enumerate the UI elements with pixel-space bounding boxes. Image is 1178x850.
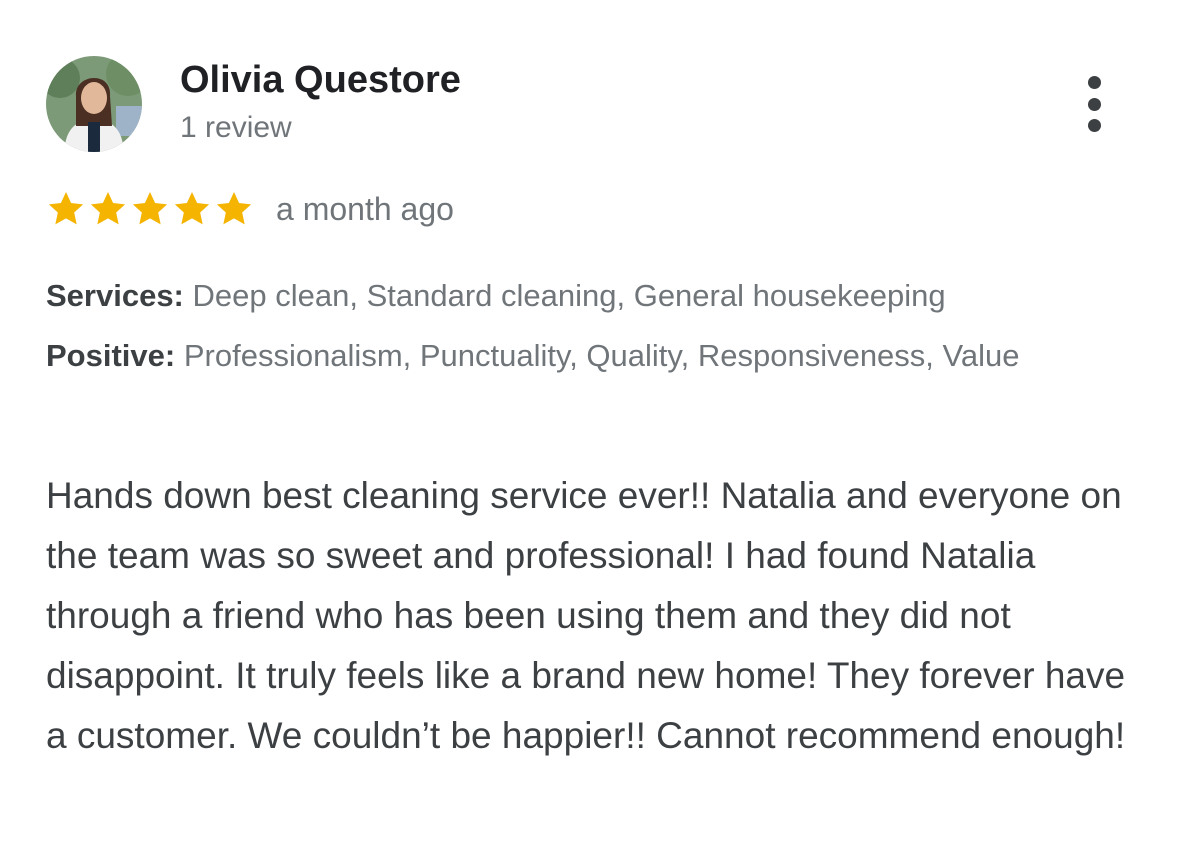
star-icon — [216, 192, 252, 225]
menu-dot — [1087, 97, 1101, 111]
avatar-image — [46, 56, 142, 152]
menu-dot — [1087, 76, 1101, 89]
review-time: a month ago — [276, 191, 454, 227]
reviewer-name[interactable]: Olivia Questore — [180, 56, 461, 104]
star-icon — [90, 192, 126, 225]
positive-line: Positive: Professionalism, Punctuality, … — [46, 332, 1136, 380]
review-count: 1 review — [180, 111, 292, 144]
star-icon — [132, 192, 168, 225]
services-value: Deep clean, Standard cleaning, General h… — [192, 278, 946, 313]
services-label: Services: — [46, 278, 184, 313]
menu-dot — [1087, 119, 1101, 132]
services-line: Services: Deep clean, Standard cleaning,… — [46, 272, 1136, 320]
star-icon — [48, 192, 84, 225]
positive-value: Professionalism, Punctuality, Quality, R… — [183, 338, 1020, 373]
review-text: Hands down best cleaning service ever!! … — [46, 475, 1126, 756]
avatar[interactable] — [46, 56, 142, 152]
star-icon — [174, 192, 210, 225]
more-options-icon[interactable] — [1076, 76, 1112, 132]
positive-label: Positive: — [46, 338, 176, 373]
star-rating — [46, 186, 254, 232]
